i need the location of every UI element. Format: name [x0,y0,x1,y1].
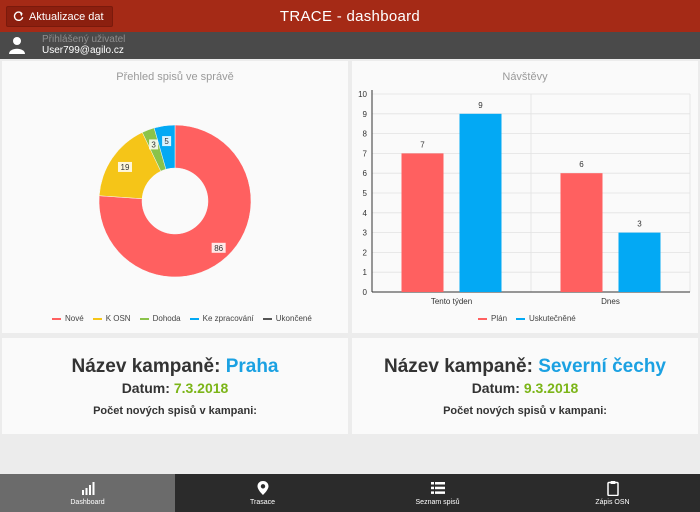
legend-label: K OSN [105,314,131,323]
legend-label: Dohoda [152,314,181,323]
files-pie-chart: 86 19 3 5 [98,124,252,278]
logged-user-caption: Přihlášený uživatel [42,34,126,45]
visits-card: Návštěvy 0 1 2 3 4 5 6 7 8 9 10 7 9 Tento týden 6 3 Dnes… [352,61,698,333]
y-tick-label: 5 [363,189,368,198]
legend-item-k-osn: K OSN [92,314,131,323]
legend-item-ukoncene: Ukončené [262,314,312,323]
campaign-label: Název kampaně: [384,356,533,377]
y-tick-label: 0 [363,288,368,297]
nav-dashboard[interactable]: Dashboard [0,474,175,512]
legend-item-plan: Plán [478,314,507,323]
y-tick-label: 8 [363,130,368,139]
legend-swatch [52,317,61,320]
clipboard-icon [606,481,619,496]
pie-value-label: 86 [211,242,226,253]
x-category-label: Dnes [601,297,620,306]
legend-item-ke-zpracovani: Ke zpracování [189,314,254,323]
campaign-count-label: Počet nových spisů v kampani: [443,405,607,417]
legend-swatch [516,317,526,320]
nav-seznam-spisu[interactable]: Seznam spisů [350,474,525,512]
campaign-count-label: Počet nových spisů v kampani: [93,405,257,417]
legend-swatch [139,317,149,320]
legend-label: Ke zpracování [202,314,254,323]
legend-item-nove: Nové [52,314,84,323]
svg-text:5: 5 [164,137,169,146]
campaign-date: 9.3.2018 [523,380,579,396]
legend-label: Uskutečněné [529,314,576,323]
campaign-card-2: Název kampaně: Severní čechy Datum: 9.3.… [352,338,698,434]
campaign-name: Severní čechy [538,356,666,377]
legend-label: Nové [65,314,84,323]
user-bar: Přihlášený uživatel User799@agilo.cz [0,32,700,59]
campaign-card-1: Název kampaně: Praha Datum: 7.3.2018 Poč… [2,338,348,434]
legend-item-uskutecnene: Uskutečněné [516,314,576,323]
legend-label: Plán [491,314,508,323]
legend-swatch [92,317,102,320]
user-avatar-icon [9,37,25,54]
bar-value-label: 6 [579,160,584,169]
bar-plan-tento-tyden [401,153,444,292]
pie-value-label: 3 [149,139,159,150]
pie-legend: Nové K OSN Dohoda Ke zpracování Ukončené [52,314,312,323]
bar-uskutecnene-tento-tyden [459,113,502,292]
campaign-date-label: Datum: [471,380,520,396]
bottom-navigation: Dashboard Trasace Seznam spisů Zápis OSN [0,474,700,512]
x-category-label: Tento týden [431,297,472,306]
files-overview-card: Přehled spisů ve správě 86 19 3 5 Nové K OSN… [2,61,348,333]
nav-dashboard-label: Dashboard [70,499,105,506]
nav-zapis-osn[interactable]: Zápis OSN [525,474,700,512]
y-tick-label: 10 [358,90,367,99]
nav-seznam-spisu-label: Seznam spisů [415,499,460,506]
y-tick-label: 4 [363,209,368,218]
bar-value-label: 7 [420,140,425,149]
legend-swatch [478,317,487,320]
pie-value-label: 5 [162,136,172,147]
nav-trasace[interactable]: Trasace [175,474,350,512]
page-title: TRACE - dashboard [279,8,421,25]
svg-text:19: 19 [121,163,130,172]
list-icon [430,482,445,494]
bar-chart-icon [81,482,94,495]
bar-uskutecnene-dnes [618,232,661,292]
svg-text:86: 86 [214,244,223,253]
bar-legend: Plán Uskutečněné [478,314,576,323]
y-tick-label: 9 [363,110,368,119]
logged-user-email: User799@agilo.cz [42,45,124,56]
legend-item-dohoda: Dohoda [139,314,181,323]
bar-value-label: 3 [637,220,642,229]
y-tick-label: 3 [363,229,368,238]
top-bar: Aktualizace dat TRACE - dashboard [0,0,700,32]
map-pin-icon [257,481,268,495]
bar-plan-dnes [560,173,603,292]
pie-value-label: 19 [117,161,132,172]
campaign-date: 7.3.2018 [173,380,229,396]
y-tick-label: 2 [363,248,368,257]
campaign-date-label: Datum: [121,380,170,396]
legend-label: Ukončené [275,314,312,323]
nav-trasace-label: Trasace [249,499,276,506]
bar-value-label: 9 [478,101,483,110]
y-tick-label: 7 [363,149,368,158]
campaign-name: Praha [225,356,279,377]
campaign-label: Název kampaně: [71,356,221,377]
y-tick-label: 1 [363,268,368,277]
visits-bar-chart: 0 1 2 3 4 5 6 7 8 9 10 7 9 Tento týden 6 3 Dnes [358,90,691,306]
svg-text:3: 3 [151,140,156,149]
legend-swatch [262,317,272,320]
legend-swatch [189,317,199,320]
nav-zapis-osn-label: Zápis OSN [595,499,630,506]
y-tick-label: 6 [363,169,368,178]
